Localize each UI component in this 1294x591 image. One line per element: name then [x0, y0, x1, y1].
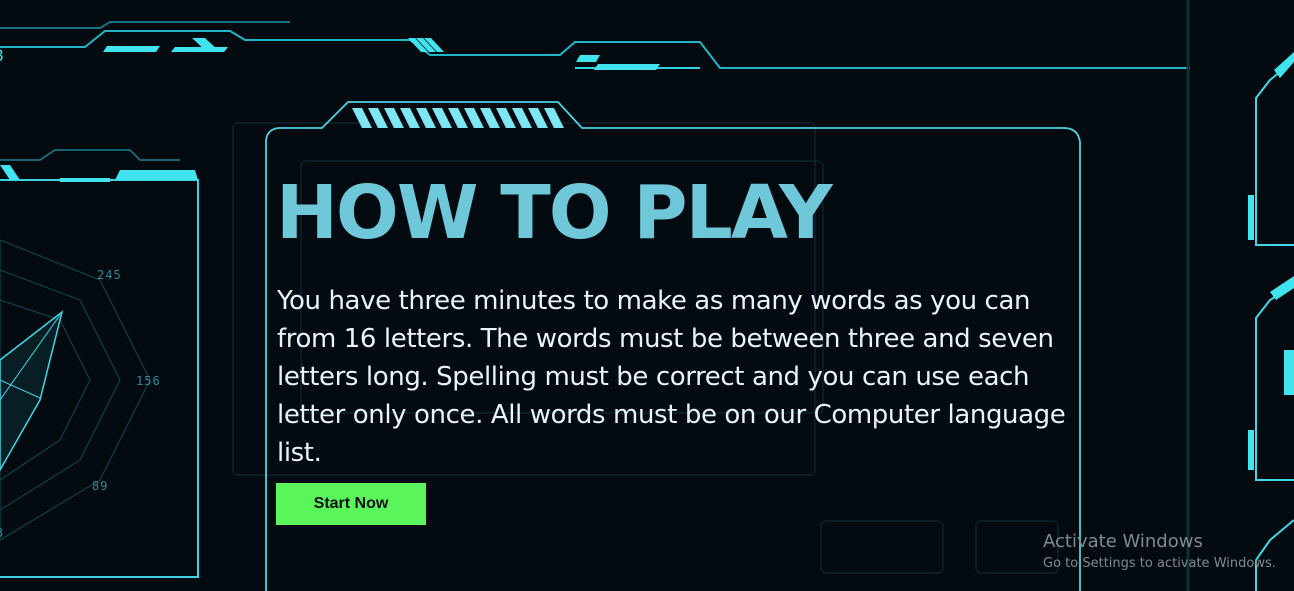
radar-tick-label: 156: [136, 374, 161, 388]
radar-tick-label: 3: [0, 526, 4, 540]
activate-windows-title: Activate Windows: [1043, 531, 1203, 552]
activate-windows-subtitle: Go to Settings to activate Windows.: [1043, 556, 1276, 571]
instructions-text: You have three minutes to make as many w…: [277, 286, 1066, 468]
radar-tick-label: 245: [97, 268, 122, 282]
radar-tick-label: 89: [92, 479, 109, 493]
start-now-button[interactable]: Start Now: [276, 483, 426, 525]
header-corner-label: 8: [0, 46, 4, 65]
page-title: HOW TO PLAY: [276, 170, 833, 256]
